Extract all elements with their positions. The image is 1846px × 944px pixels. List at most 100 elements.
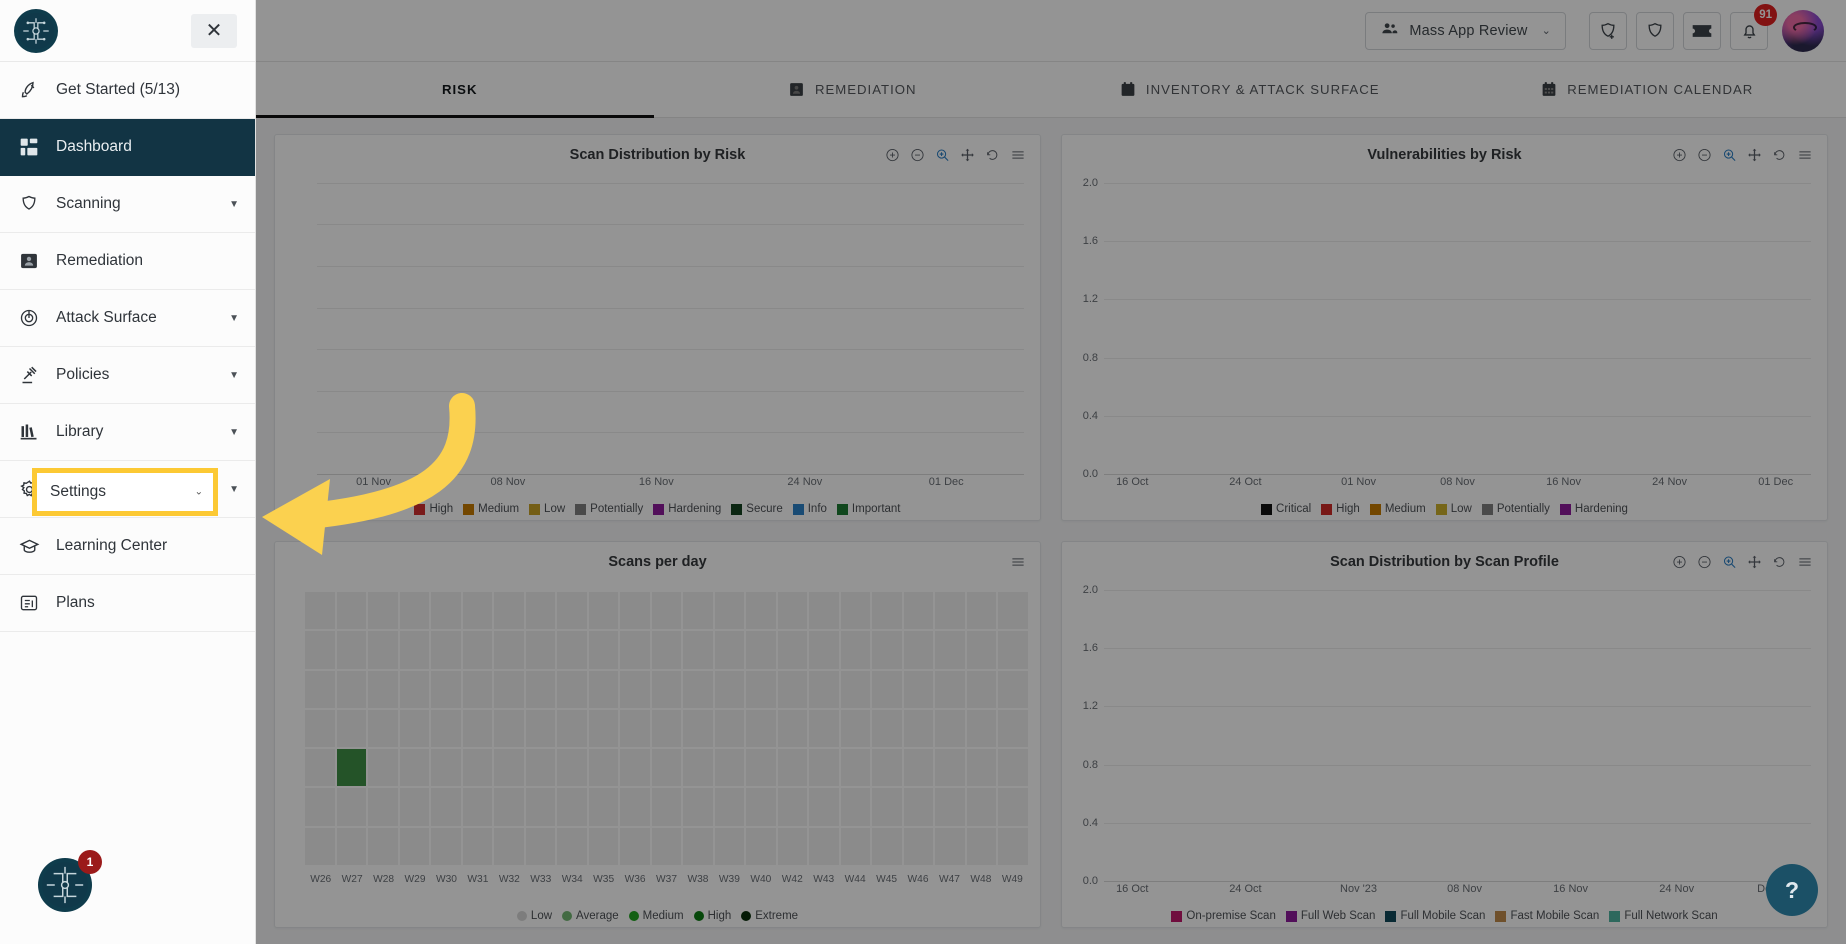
heatmap-cell[interactable] (399, 709, 430, 748)
heatmap-cell[interactable] (777, 631, 808, 669)
legend-item[interactable]: Medium (628, 910, 684, 922)
heatmap-cell[interactable] (368, 827, 398, 865)
heatmap-cell[interactable] (336, 749, 367, 787)
legend-item[interactable]: Average (562, 910, 619, 922)
heatmap-cell[interactable] (966, 827, 997, 865)
heatmap-cell[interactable] (966, 631, 997, 669)
legend-item[interactable]: Full Mobile Scan (1385, 910, 1485, 922)
heatmap-cell[interactable] (305, 788, 335, 826)
heatmap-cell[interactable] (746, 592, 776, 630)
heatmap-cell[interactable] (872, 749, 902, 787)
heatmap-cell[interactable] (494, 670, 524, 708)
heatmap-cell[interactable] (462, 592, 493, 630)
heatmap-cell[interactable] (399, 827, 430, 865)
heatmap-cell[interactable] (714, 631, 745, 669)
heatmap-cell[interactable] (336, 788, 367, 826)
sidebar-item-library[interactable]: Library ▼ (0, 404, 255, 461)
heatmap-cell[interactable] (651, 592, 682, 630)
sidebar-item-plans[interactable]: Plans (0, 575, 255, 632)
heatmap-cell[interactable] (431, 749, 461, 787)
heatmap-cell[interactable] (903, 670, 934, 708)
heatmap-cell[interactable] (683, 827, 713, 865)
shield-icon-button[interactable] (1636, 11, 1674, 50)
heatmap-cell[interactable] (399, 631, 430, 669)
legend-item[interactable]: Critical (1261, 503, 1311, 515)
heatmap-cell[interactable] (998, 788, 1028, 826)
heatmap-cell[interactable] (462, 709, 493, 748)
legend-item[interactable]: High (414, 503, 453, 515)
heatmap-cell[interactable] (777, 827, 808, 865)
legend-item[interactable]: Potentially (575, 503, 643, 515)
heatmap-cell[interactable] (399, 749, 430, 787)
chart-plot-area[interactable]: 01 Nov 08 Nov 16 Nov 24 Nov 01 Dec High … (275, 175, 1040, 520)
heatmap-cell[interactable] (935, 788, 965, 826)
heatmap-cell[interactable] (620, 670, 650, 708)
heatmap-cell[interactable] (368, 631, 398, 669)
heatmap-cell[interactable] (336, 827, 367, 865)
legend-item[interactable]: Full Network Scan (1609, 910, 1718, 922)
heatmap-cell[interactable] (714, 827, 745, 865)
heatmap-cell[interactable] (588, 670, 619, 708)
panning-icon[interactable] (1747, 148, 1762, 163)
legend-item[interactable]: Medium (1369, 503, 1426, 515)
heatmap-cell[interactable] (966, 788, 997, 826)
heatmap-cell[interactable] (872, 827, 902, 865)
reset-icon[interactable] (1772, 148, 1787, 163)
heatmap-cell[interactable] (588, 592, 619, 630)
heatmap-cell[interactable] (525, 592, 556, 630)
zoom-out-icon[interactable] (1697, 555, 1712, 570)
heatmap-grid[interactable] (305, 592, 1028, 865)
heatmap-cell[interactable] (494, 749, 524, 787)
heatmap-cell[interactable] (809, 631, 839, 669)
heatmap-cell[interactable] (557, 631, 587, 669)
heatmap-cell[interactable] (494, 788, 524, 826)
heatmap-cell[interactable] (305, 631, 335, 669)
tab-remediation[interactable]: REMEDIATION (654, 62, 1052, 117)
heatmap-cell[interactable] (431, 709, 461, 748)
heatmap-cell[interactable] (777, 788, 808, 826)
heatmap-cell[interactable] (903, 709, 934, 748)
heatmap-cell[interactable] (336, 709, 367, 748)
heatmap-cell[interactable] (368, 709, 398, 748)
menu-icon[interactable] (1010, 555, 1026, 570)
heatmap-cell[interactable] (651, 631, 682, 669)
heatmap-cell[interactable] (998, 749, 1028, 787)
chart-plot-area[interactable]: 0.0 0.4 0.8 1.2 1.6 2.0 16 Oct (1062, 175, 1827, 520)
selection-zoom-icon[interactable] (1722, 555, 1737, 570)
sidebar-item-get-started-5-13[interactable]: Get Started (5/13) (0, 62, 255, 119)
heatmap-cell[interactable] (777, 592, 808, 630)
heatmap-cell[interactable] (683, 592, 713, 630)
heatmap-cell[interactable] (588, 788, 619, 826)
heatmap-cell[interactable] (998, 670, 1028, 708)
heatmap-cell[interactable] (903, 592, 934, 630)
zoom-out-icon[interactable] (910, 148, 925, 163)
heatmap-cell[interactable] (557, 592, 587, 630)
heatmap-cell[interactable] (809, 592, 839, 630)
heatmap-cell[interactable] (431, 670, 461, 708)
heatmap-cell[interactable] (431, 592, 461, 630)
heatmap-cell[interactable] (651, 670, 682, 708)
heatmap-cell[interactable] (620, 749, 650, 787)
tab-risk[interactable]: RISK (256, 62, 654, 118)
heatmap-cell[interactable] (368, 592, 398, 630)
support-ticket-icon-button[interactable] (1683, 11, 1721, 50)
heatmap-cell[interactable] (840, 670, 871, 708)
heatmap-cell[interactable] (935, 592, 965, 630)
sidebar-item-scanning[interactable]: Scanning ▼ (0, 176, 255, 233)
heatmap-cell[interactable] (588, 749, 619, 787)
heatmap-cell[interactable] (462, 749, 493, 787)
heatmap-cell[interactable] (935, 631, 965, 669)
heatmap-cell[interactable] (714, 670, 745, 708)
heatmap-cell[interactable] (966, 709, 997, 748)
legend-item[interactable]: Info (792, 503, 827, 515)
legend-item[interactable]: Potentially (1481, 503, 1550, 515)
heatmap-cell[interactable] (525, 670, 556, 708)
heatmap-cell[interactable] (746, 788, 776, 826)
heatmap-cell[interactable] (872, 670, 902, 708)
legend-item[interactable]: Hardening (653, 503, 721, 515)
heatmap-cell[interactable] (399, 670, 430, 708)
heatmap-cell[interactable] (903, 788, 934, 826)
heatmap-cell[interactable] (525, 709, 556, 748)
heatmap-cell[interactable] (840, 709, 871, 748)
heatmap-cell[interactable] (525, 749, 556, 787)
